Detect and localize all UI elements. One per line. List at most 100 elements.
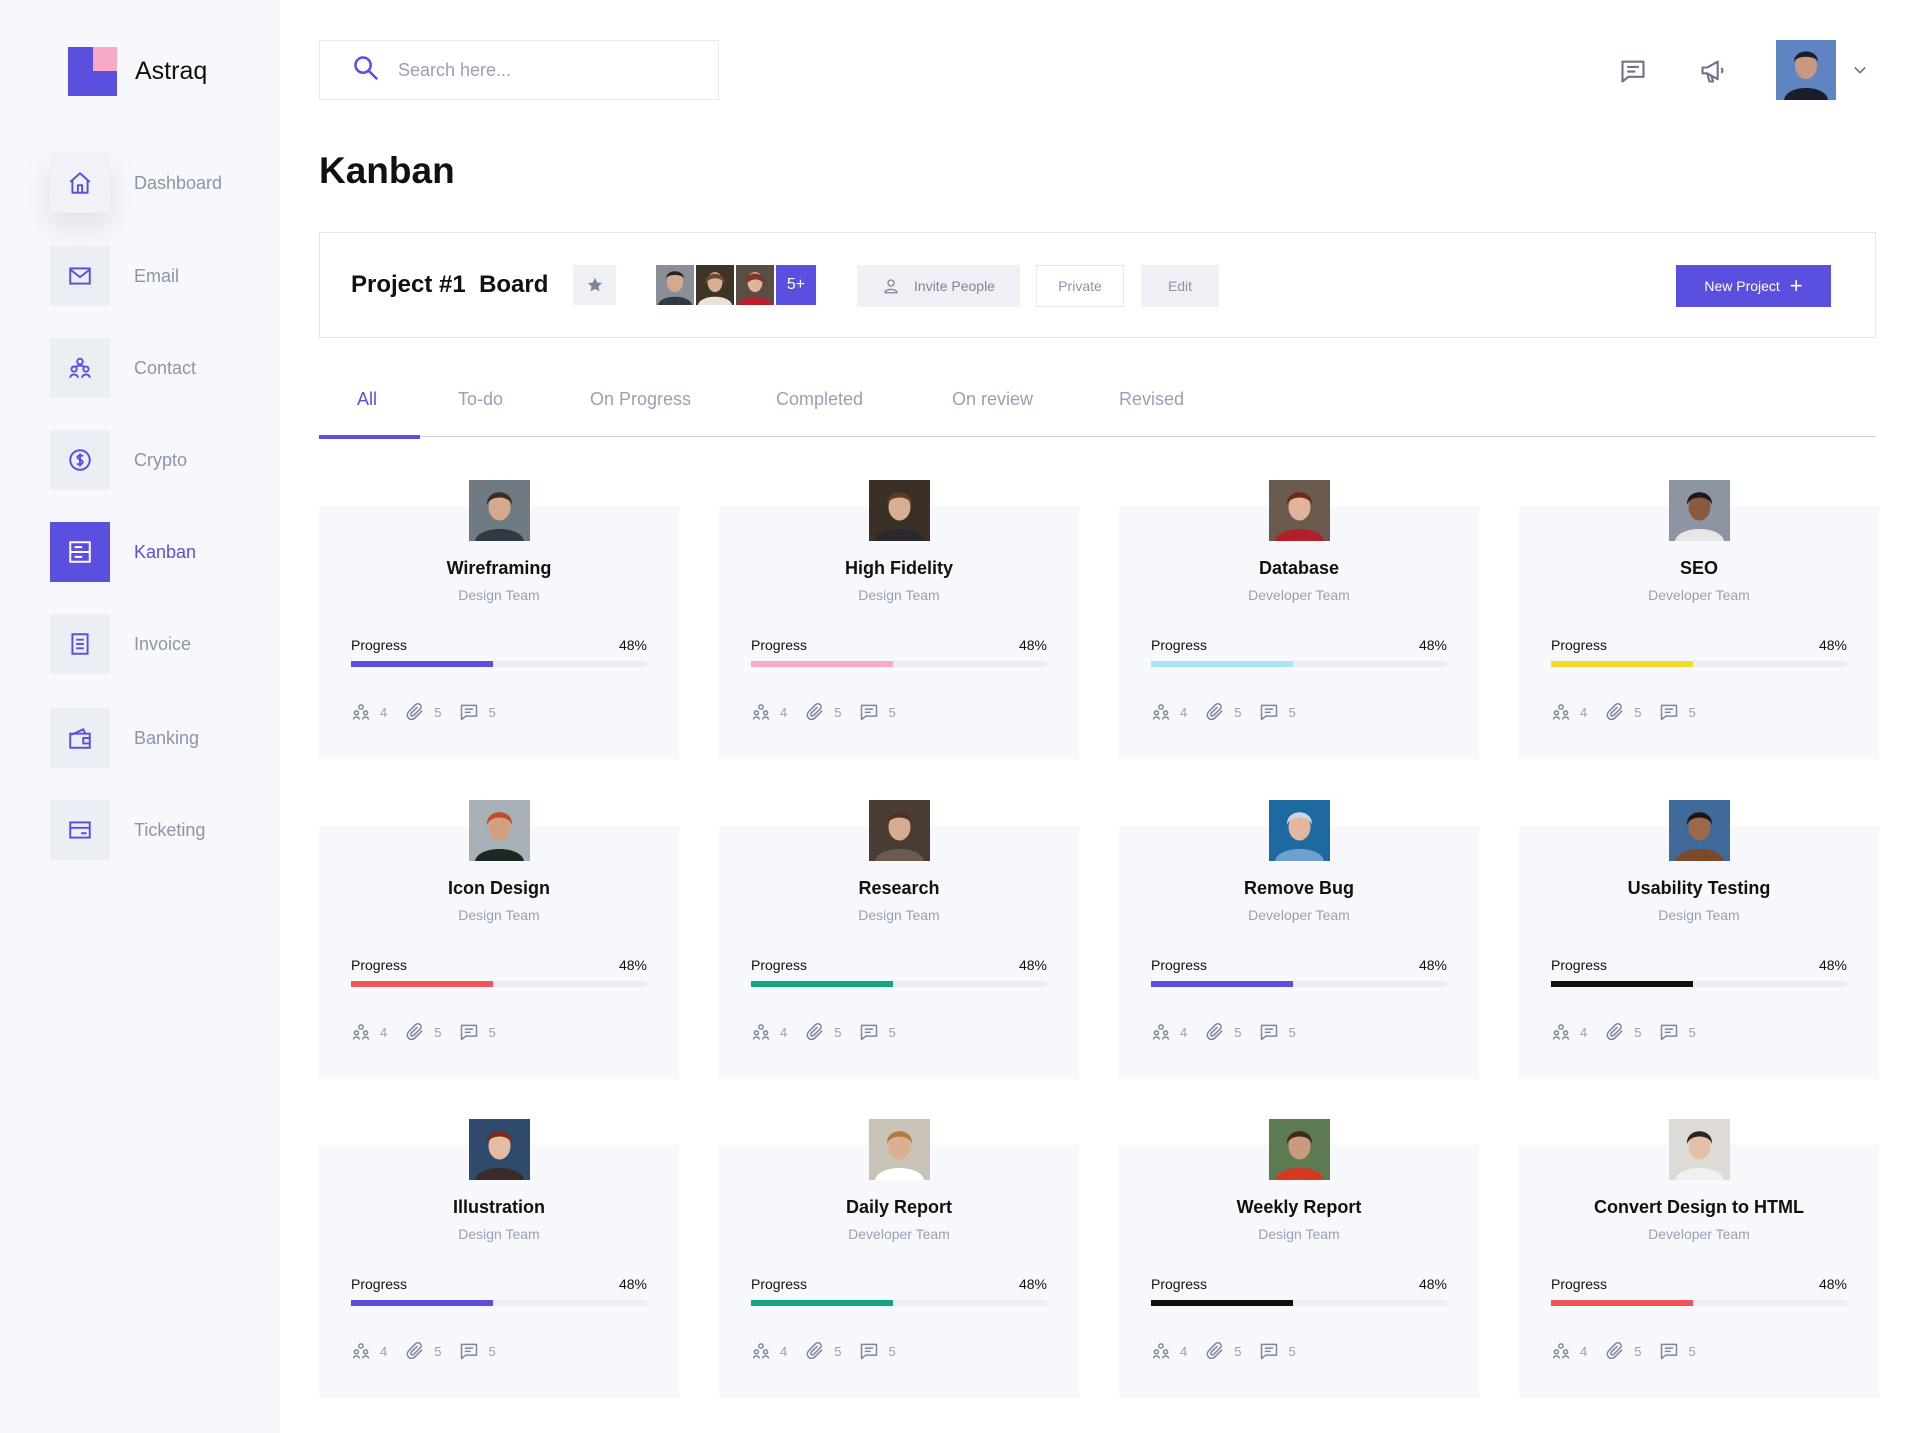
attachments-count[interactable]: 5 xyxy=(805,1022,841,1042)
kanban-card[interactable]: Remove Bug Developer Team Progress 48% 4… xyxy=(1119,800,1479,1079)
tab-all[interactable]: All xyxy=(357,389,377,410)
progress-bar xyxy=(751,981,1047,987)
members-count[interactable]: 4 xyxy=(751,1341,787,1361)
kanban-card[interactable]: Icon Design Design Team Progress 48% 4 5… xyxy=(319,800,679,1079)
comments-count[interactable]: 5 xyxy=(459,702,496,722)
assignee-avatar[interactable] xyxy=(1669,480,1730,541)
assignee-avatar[interactable] xyxy=(469,480,530,541)
sidebar-item-invoice[interactable]: Invoice xyxy=(50,614,191,674)
sidebar-item-banking[interactable]: Banking xyxy=(50,708,199,768)
kanban-card[interactable]: High Fidelity Design Team Progress 48% 4… xyxy=(719,480,1079,759)
kanban-card[interactable]: Daily Report Developer Team Progress 48%… xyxy=(719,1119,1079,1398)
assignee-avatar[interactable] xyxy=(1269,480,1330,541)
search-bar[interactable] xyxy=(319,40,719,100)
members-count[interactable]: 4 xyxy=(351,1022,387,1042)
kanban-card[interactable]: Wireframing Design Team Progress 48% 4 5… xyxy=(319,480,679,759)
private-button[interactable]: Private xyxy=(1036,265,1124,307)
kanban-card[interactable]: Usability Testing Design Team Progress 4… xyxy=(1519,800,1879,1079)
tab-on-progress[interactable]: On Progress xyxy=(590,389,691,410)
attachments-count[interactable]: 5 xyxy=(805,702,841,722)
tab-completed[interactable]: Completed xyxy=(776,389,863,410)
search-input[interactable] xyxy=(398,59,698,81)
megaphone-icon[interactable] xyxy=(1698,56,1728,86)
comments-count[interactable]: 5 xyxy=(1259,1341,1296,1361)
sidebar-item-contact[interactable]: Contact xyxy=(50,338,196,398)
progress-bar xyxy=(1551,1300,1847,1306)
assignee-avatar[interactable] xyxy=(869,800,930,861)
brand-logo[interactable]: Astraq xyxy=(68,47,207,96)
members-count[interactable]: 4 xyxy=(1551,702,1587,722)
members-count[interactable]: 4 xyxy=(1551,1341,1587,1361)
edit-button[interactable]: Edit xyxy=(1141,265,1219,307)
sidebar-item-ticketing[interactable]: Ticketing xyxy=(50,800,205,860)
kanban-card[interactable]: Research Design Team Progress 48% 4 5 5 xyxy=(719,800,1079,1079)
chevron-down-icon[interactable] xyxy=(1852,62,1868,83)
members-count[interactable]: 4 xyxy=(1151,1341,1187,1361)
new-project-button[interactable]: New Project + xyxy=(1676,265,1831,307)
assignee-avatar[interactable] xyxy=(1669,800,1730,861)
kanban-card[interactable]: Illustration Design Team Progress 48% 4 … xyxy=(319,1119,679,1398)
sidebar-item-dashboard[interactable]: Dashboard xyxy=(50,153,222,213)
assignee-avatar[interactable] xyxy=(1269,1119,1330,1180)
attachments-count[interactable]: 5 xyxy=(405,702,441,722)
attachments-count[interactable]: 5 xyxy=(1605,1022,1641,1042)
comments-count[interactable]: 5 xyxy=(1659,1341,1696,1361)
comments-count[interactable]: 5 xyxy=(1659,1022,1696,1042)
chat-icon[interactable] xyxy=(1618,56,1648,86)
kanban-card[interactable]: Weekly Report Design Team Progress 48% 4… xyxy=(1119,1119,1479,1398)
sidebar-item-email[interactable]: Email xyxy=(50,246,179,306)
attachments-count[interactable]: 5 xyxy=(1205,1022,1241,1042)
members-count[interactable]: 4 xyxy=(1151,702,1187,722)
assignee-avatar[interactable] xyxy=(1269,800,1330,861)
members-count[interactable]: 4 xyxy=(351,1341,387,1361)
assignee-avatar[interactable] xyxy=(469,1119,530,1180)
comment-icon xyxy=(861,1343,878,1360)
comments-count[interactable]: 5 xyxy=(459,1341,496,1361)
comment-icon xyxy=(1261,1024,1278,1041)
tab-on-review[interactable]: On review xyxy=(952,389,1033,410)
kanban-card[interactable]: SEO Developer Team Progress 48% 4 5 5 xyxy=(1519,480,1879,759)
attachments-count[interactable]: 5 xyxy=(1605,702,1641,722)
member-avatar[interactable] xyxy=(656,265,694,305)
sidebar-item-kanban[interactable]: Kanban xyxy=(50,522,196,582)
members-count[interactable]: 4 xyxy=(1151,1022,1187,1042)
comments-count[interactable]: 5 xyxy=(1259,702,1296,722)
favorite-button[interactable] xyxy=(573,265,616,305)
attachments-count[interactable]: 5 xyxy=(1605,1341,1641,1361)
progress-value: 48% xyxy=(1818,957,1847,973)
assignee-avatar[interactable] xyxy=(469,800,530,861)
attachments-count[interactable]: 5 xyxy=(405,1022,441,1042)
member-avatar[interactable] xyxy=(696,265,734,305)
comments-count[interactable]: 5 xyxy=(859,1022,896,1042)
assignee-avatar[interactable] xyxy=(1669,1119,1730,1180)
attachments-count[interactable]: 5 xyxy=(1205,1341,1241,1361)
comments-count[interactable]: 5 xyxy=(1259,1022,1296,1042)
comments-count[interactable]: 5 xyxy=(1659,702,1696,722)
member-avatar[interactable] xyxy=(736,265,774,305)
members-count[interactable]: 4 xyxy=(351,702,387,722)
comments-count[interactable]: 5 xyxy=(459,1022,496,1042)
members-count[interactable]: 4 xyxy=(751,1022,787,1042)
comments-count[interactable]: 5 xyxy=(859,1341,896,1361)
members-more-badge[interactable]: 5+ xyxy=(776,265,816,305)
progress-label: Progress xyxy=(1151,957,1208,973)
attachments-count[interactable]: 5 xyxy=(805,1341,841,1361)
attachments-count[interactable]: 5 xyxy=(405,1341,441,1361)
members-count[interactable]: 4 xyxy=(1551,1022,1587,1042)
card-meta: 4 5 5 xyxy=(351,1341,514,1361)
progress-value: 48% xyxy=(1818,1276,1847,1292)
sidebar-item-crypto[interactable]: Crypto xyxy=(50,430,187,490)
members-count[interactable]: 4 xyxy=(751,702,787,722)
user-avatar[interactable] xyxy=(1776,40,1836,100)
tab-revised[interactable]: Revised xyxy=(1119,389,1184,410)
tab-to-do[interactable]: To-do xyxy=(458,389,503,410)
kanban-card[interactable]: Database Developer Team Progress 48% 4 5… xyxy=(1119,480,1479,759)
invite-people-button[interactable]: Invite People xyxy=(857,265,1020,307)
assignee-avatar[interactable] xyxy=(869,480,930,541)
comments-count[interactable]: 5 xyxy=(859,702,896,722)
assignee-avatar[interactable] xyxy=(869,1119,930,1180)
paperclip-icon xyxy=(1606,1023,1623,1041)
people-icon xyxy=(1552,1343,1570,1359)
attachments-count[interactable]: 5 xyxy=(1205,702,1241,722)
kanban-card[interactable]: Convert Design to HTML Developer Team Pr… xyxy=(1519,1119,1879,1398)
